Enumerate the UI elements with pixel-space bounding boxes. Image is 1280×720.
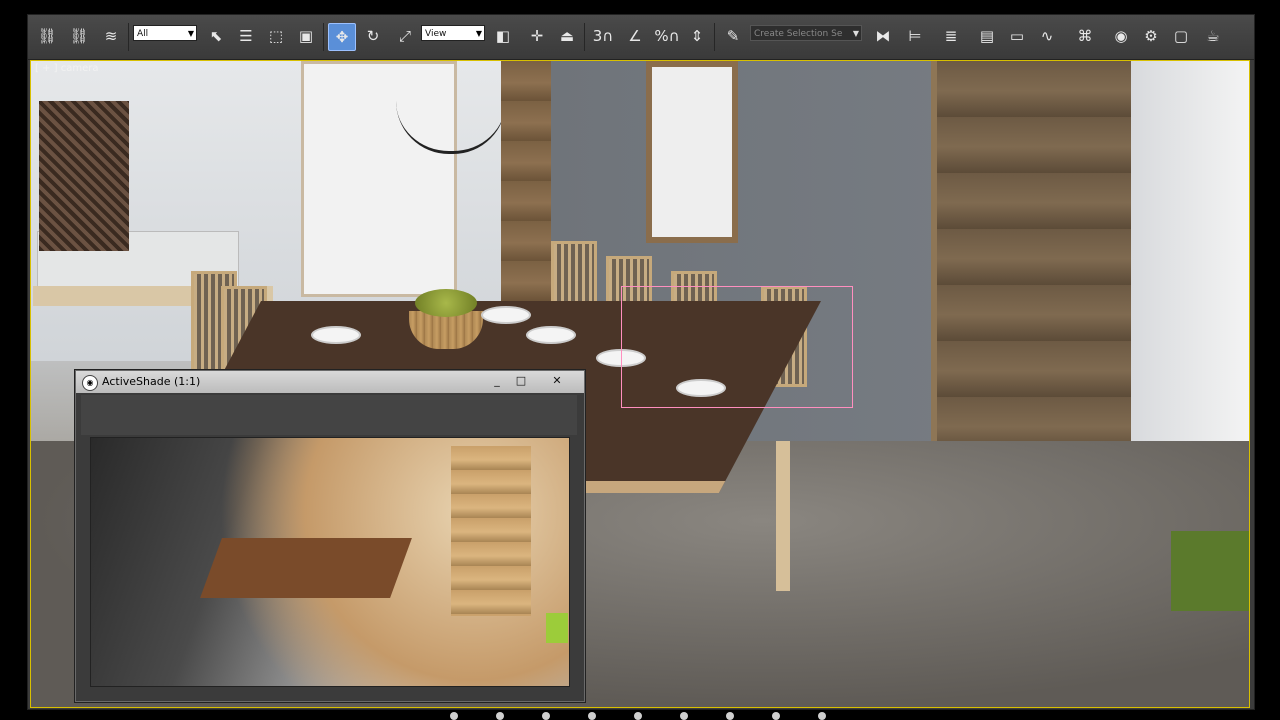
select-manipulate-icon[interactable]: ✛ — [524, 23, 550, 49]
link-icon[interactable]: ⛓ — [34, 23, 60, 49]
minimize-button[interactable]: _ — [486, 373, 508, 389]
viewport-label[interactable]: [ + ] camera — [35, 63, 98, 74]
percent-snap-label: % — [654, 27, 669, 45]
toolbar-divider — [128, 23, 129, 51]
grass-patch — [1171, 531, 1249, 611]
snap-3d-label: 3 — [592, 27, 603, 45]
chevron-down-icon: ▼ — [852, 29, 859, 38]
layer-explorer-icon[interactable]: ≣ — [938, 23, 964, 49]
toolbar-divider — [584, 23, 585, 51]
unlink-icon[interactable]: ⛓ — [66, 23, 92, 49]
dot — [450, 712, 458, 720]
activeshade-render — [90, 437, 570, 687]
use-pivot-icon[interactable]: ◧ — [490, 23, 516, 49]
render-door — [451, 446, 531, 616]
close-button[interactable]: ✕ — [546, 373, 568, 389]
restore-button[interactable]: □ — [510, 373, 532, 389]
render-icon[interactable]: ☕ — [1200, 23, 1226, 49]
dot — [588, 712, 596, 720]
graphite-ribbon-icon[interactable]: ▭ — [1004, 23, 1030, 49]
dot — [634, 712, 642, 720]
named-selection-placeholder: Create Selection Se — [754, 29, 843, 39]
dot — [680, 712, 688, 720]
plate — [526, 326, 576, 344]
dot — [818, 712, 826, 720]
keyboard-shortcut-icon[interactable]: ⏏ — [554, 23, 580, 49]
selection-filter-value: All — [137, 29, 149, 39]
window-crossing-icon[interactable]: ▣ — [293, 23, 319, 49]
curve-editor-icon[interactable]: ∿ — [1034, 23, 1060, 49]
app-icon: ◉ — [82, 375, 98, 391]
schematic-view-icon[interactable]: ⌘ — [1072, 23, 1098, 49]
dot — [542, 712, 550, 720]
rotate-icon[interactable]: ↻ — [360, 23, 386, 49]
layer-manager-icon[interactable]: ▤ — [974, 23, 1000, 49]
video-progress-dots — [450, 712, 830, 720]
bind-space-warp-icon[interactable]: ≋ — [98, 23, 124, 49]
angle-snap-icon[interactable]: ∠ — [622, 23, 648, 49]
render-setup-icon[interactable]: ⚙ — [1138, 23, 1164, 49]
reference-coord-dropdown[interactable]: View ▼ — [421, 25, 485, 41]
reference-coord-value: View — [425, 29, 447, 39]
max-window: ⛓ ⛓ ≋ All ▼ ⬉ ☰ ⬚ ▣ ✥ ↻ ⤢ View ▼ ◧ ✛ ⏏ 3 ∩ … — [27, 14, 1255, 710]
move-icon[interactable]: ✥ — [328, 23, 356, 51]
main-toolbar: ⛓ ⛓ ≋ All ▼ ⬉ ☰ ⬚ ▣ ✥ ↻ ⤢ View ▼ ◧ ✛ ⏏ 3 ∩ … — [28, 15, 1254, 60]
selection-bracket — [621, 286, 853, 408]
chevron-down-icon: ▼ — [187, 29, 194, 38]
render-grass — [546, 613, 568, 643]
dot — [496, 712, 504, 720]
spinner-snap-icon[interactable]: ⇕ — [684, 23, 710, 49]
align-icon[interactable]: ⊨ — [902, 23, 928, 49]
lantern — [39, 101, 129, 251]
material-editor-icon[interactable]: ◉ — [1108, 23, 1134, 49]
snap-toggle-icon[interactable]: 3 ∩ — [590, 23, 616, 49]
select-object-icon[interactable]: ⬉ — [203, 23, 229, 49]
plate — [311, 326, 361, 344]
activeshade-window[interactable]: ◉ ActiveShade (1:1) _ □ ✕ — [75, 370, 585, 702]
toolbar-divider — [323, 23, 324, 51]
chevron-down-icon: ▼ — [475, 29, 482, 38]
select-by-name-icon[interactable]: ☰ — [233, 23, 259, 49]
selection-filter-dropdown[interactable]: All ▼ — [133, 25, 197, 41]
back-window — [301, 61, 457, 297]
upper-window — [646, 61, 738, 243]
activeshade-title: ActiveShade (1:1) — [102, 375, 201, 388]
edit-named-selection-icon[interactable]: ✎ — [720, 23, 746, 49]
activeshade-titlebar[interactable]: ◉ ActiveShade (1:1) _ □ ✕ — [76, 371, 584, 393]
rect-region-icon[interactable]: ⬚ — [263, 23, 289, 49]
table-leg — [776, 441, 790, 591]
dot — [726, 712, 734, 720]
toolbar-divider — [714, 23, 715, 51]
scale-icon[interactable]: ⤢ — [392, 23, 418, 49]
plate — [481, 306, 531, 324]
rendered-frame-icon[interactable]: ▢ — [1168, 23, 1194, 49]
percent-snap-icon[interactable]: % ∩ — [654, 23, 680, 49]
fruit — [415, 289, 477, 317]
dot — [772, 712, 780, 720]
mirror-icon[interactable]: ⧓ — [870, 23, 896, 49]
render-table — [200, 538, 412, 598]
activeshade-toolbar-area — [81, 395, 577, 435]
named-selection-dropdown[interactable]: Create Selection Se ▼ — [750, 25, 862, 41]
